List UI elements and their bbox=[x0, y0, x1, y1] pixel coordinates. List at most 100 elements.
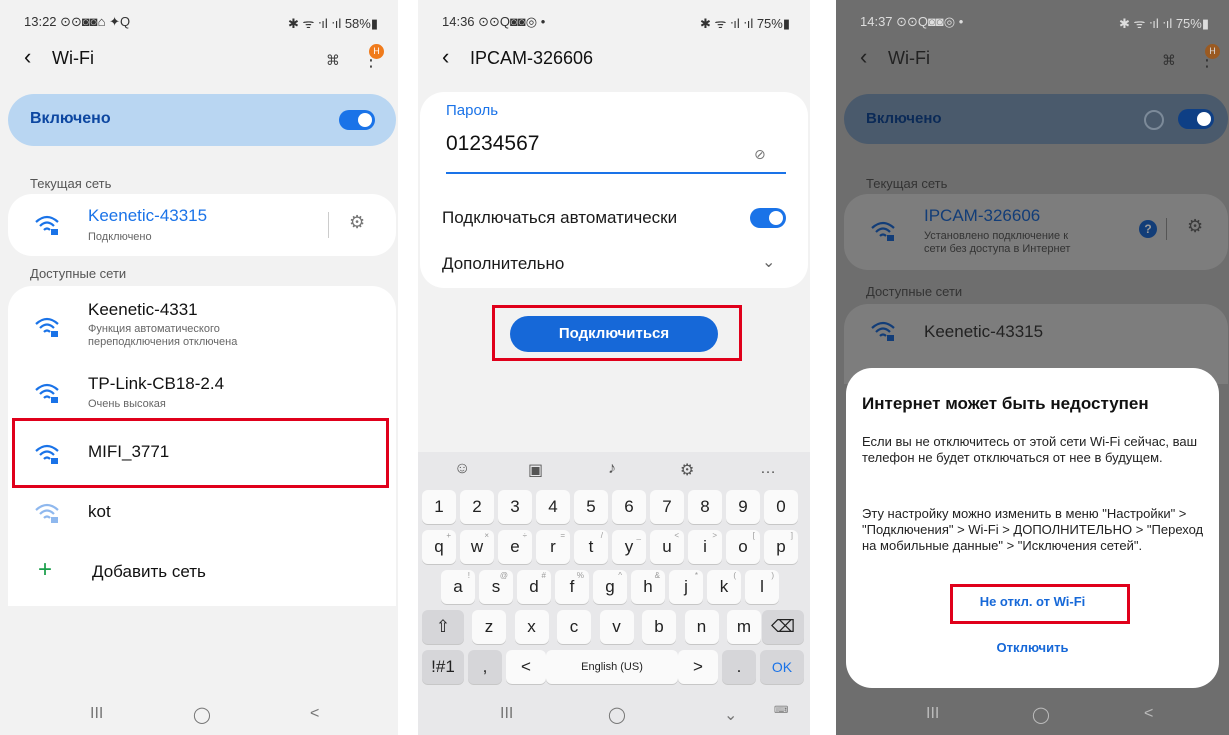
key-u[interactable]: u < bbox=[650, 530, 684, 564]
key-p[interactable]: p] bbox=[764, 530, 798, 564]
key-7[interactable]: 7 bbox=[650, 490, 684, 524]
password-field[interactable]: 01234567 bbox=[446, 132, 539, 156]
sticker-icon[interactable]: ▣ bbox=[528, 460, 543, 480]
network-item[interactable]: kot bbox=[8, 490, 396, 536]
key-f[interactable]: f% bbox=[555, 570, 589, 604]
wifi-master-toggle-row[interactable]: Включено bbox=[8, 94, 396, 146]
wifi-toggle[interactable] bbox=[1178, 109, 1214, 129]
navigation-bar: III ◯ ⌄ ⌨ bbox=[418, 695, 810, 735]
network-item[interactable]: Keenetic-4331 Функция автоматического пе… bbox=[8, 292, 396, 356]
home-icon[interactable]: ◯ bbox=[1032, 705, 1050, 725]
recent-apps-icon[interactable]: III bbox=[500, 705, 513, 723]
gear-icon[interactable]: ⚙ bbox=[349, 212, 365, 233]
key-9[interactable]: 9 bbox=[726, 490, 760, 524]
key-4[interactable]: 4 bbox=[536, 490, 570, 524]
add-network-button[interactable]: + Добавить сеть bbox=[8, 550, 396, 596]
key-a[interactable]: a! bbox=[441, 570, 475, 604]
symbols-key[interactable]: !#1 bbox=[422, 650, 464, 684]
key-0[interactable]: 0 bbox=[764, 490, 798, 524]
key-c[interactable]: c bbox=[557, 610, 591, 644]
key-y[interactable]: y _ bbox=[612, 530, 646, 564]
settings-icon[interactable]: ⚙ bbox=[680, 460, 694, 480]
auto-connect-row[interactable]: Подключаться автоматически bbox=[420, 198, 808, 234]
toggle-label: Включено bbox=[866, 110, 942, 127]
wifi-toggle[interactable] bbox=[339, 110, 375, 130]
nav-back-icon[interactable]: < bbox=[310, 705, 319, 723]
cursor-left-key[interactable]: < bbox=[506, 650, 546, 684]
key-hint: < bbox=[674, 531, 679, 540]
key-5[interactable]: 5 bbox=[574, 490, 608, 524]
comma-key[interactable]: , bbox=[468, 650, 502, 684]
emoji-icon[interactable]: ☺ bbox=[454, 460, 470, 478]
key-l[interactable]: l) bbox=[745, 570, 779, 604]
key-w[interactable]: w × bbox=[460, 530, 494, 564]
qr-scan-icon[interactable]: ⌘ bbox=[326, 52, 340, 69]
key-i[interactable]: i > bbox=[688, 530, 722, 564]
key-1[interactable]: 1 bbox=[422, 490, 456, 524]
key-o[interactable]: o[ bbox=[726, 530, 760, 564]
key-v[interactable]: v bbox=[599, 610, 634, 644]
back-icon[interactable]: ‹ bbox=[442, 46, 470, 68]
key-r[interactable]: r = bbox=[536, 530, 570, 564]
back-icon[interactable]: ‹ bbox=[860, 46, 888, 68]
key-label: f bbox=[569, 577, 575, 596]
key-d[interactable]: d # bbox=[517, 570, 551, 604]
mic-icon[interactable]: ♪ bbox=[608, 460, 616, 478]
key-h[interactable]: h & bbox=[631, 570, 665, 604]
key-x[interactable]: x bbox=[514, 610, 549, 644]
wifi-master-toggle-row[interactable]: Включено bbox=[844, 94, 1228, 144]
key-hint: % bbox=[576, 571, 584, 580]
key-n[interactable]: n bbox=[684, 610, 719, 644]
auto-connect-label: Подключаться автоматически bbox=[442, 208, 678, 227]
key-2[interactable]: 2 bbox=[460, 490, 494, 524]
cursor-right-key[interactable]: > bbox=[678, 650, 718, 684]
key-m[interactable]: m bbox=[727, 610, 761, 644]
recent-apps-icon[interactable]: III bbox=[926, 705, 939, 723]
key-j[interactable]: j * bbox=[669, 570, 703, 604]
help-icon[interactable]: ? bbox=[1139, 220, 1157, 238]
key-6[interactable]: 6 bbox=[612, 490, 646, 524]
key-z[interactable]: z bbox=[472, 610, 506, 644]
gear-icon[interactable]: ⚙ bbox=[1187, 216, 1203, 237]
auto-connect-toggle[interactable] bbox=[750, 208, 786, 228]
home-icon[interactable]: ◯ bbox=[193, 705, 211, 725]
more-icon[interactable]: … bbox=[760, 460, 776, 478]
nav-back-icon[interactable]: < bbox=[1144, 705, 1153, 723]
backspace-key[interactable]: ⌫ bbox=[762, 610, 804, 644]
add-network-label: Добавить сеть bbox=[92, 562, 206, 581]
status-icons: ✱ ᯤ ᐧıl ᐧıl 75%▮ bbox=[699, 16, 790, 31]
spinner-icon bbox=[1144, 110, 1164, 130]
ok-key[interactable]: OK bbox=[760, 650, 804, 684]
qr-scan-icon[interactable]: ⌘ bbox=[1162, 52, 1176, 69]
key-b[interactable]: b bbox=[642, 610, 676, 644]
key-e[interactable]: e ÷ bbox=[498, 530, 532, 564]
hide-keyboard-icon[interactable]: ⌄ bbox=[724, 705, 737, 725]
shift-key[interactable]: ⇧ bbox=[422, 610, 464, 644]
key-s[interactable]: s @ bbox=[479, 570, 513, 604]
space-key[interactable]: English (US) bbox=[546, 650, 678, 684]
back-icon[interactable]: ‹ bbox=[24, 46, 52, 68]
eye-off-icon[interactable]: ⊘ bbox=[754, 146, 766, 163]
key-label: w bbox=[470, 537, 484, 556]
advanced-row[interactable]: Дополнительно ⌄ bbox=[420, 244, 808, 280]
disconnect-button[interactable]: Отключить bbox=[846, 640, 1219, 655]
network-item[interactable]: TP-Link-CB18-2.4 Очень высокая bbox=[8, 366, 396, 412]
keyboard-switch-icon[interactable]: ⌨ bbox=[774, 705, 788, 716]
network-name[interactable]: Keenetic-43315 bbox=[924, 322, 1043, 342]
recent-apps-icon[interactable]: III bbox=[90, 705, 103, 723]
key-g[interactable]: g ^ bbox=[593, 570, 627, 604]
key-3[interactable]: 3 bbox=[498, 490, 532, 524]
current-network-card[interactable]: Keenetic-43315 Подключено ⚙ bbox=[8, 194, 396, 256]
home-icon[interactable]: ◯ bbox=[608, 705, 626, 725]
key-k[interactable]: k( bbox=[707, 570, 741, 604]
key-q[interactable]: q + bbox=[422, 530, 456, 564]
current-network-card[interactable]: IPCAM-326606 Установлено подключение к с… bbox=[844, 194, 1228, 270]
key-8[interactable]: 8 bbox=[688, 490, 722, 524]
key-hint: _ bbox=[636, 531, 641, 540]
period-key[interactable]: . bbox=[722, 650, 756, 684]
key-t[interactable]: t / bbox=[574, 530, 608, 564]
section-current-network: Текущая сеть bbox=[866, 176, 948, 191]
key-hint: & bbox=[654, 571, 660, 580]
chevron-down-icon: ⌄ bbox=[762, 254, 776, 271]
app-bar: ‹ IPCAM-326606 bbox=[442, 46, 593, 69]
